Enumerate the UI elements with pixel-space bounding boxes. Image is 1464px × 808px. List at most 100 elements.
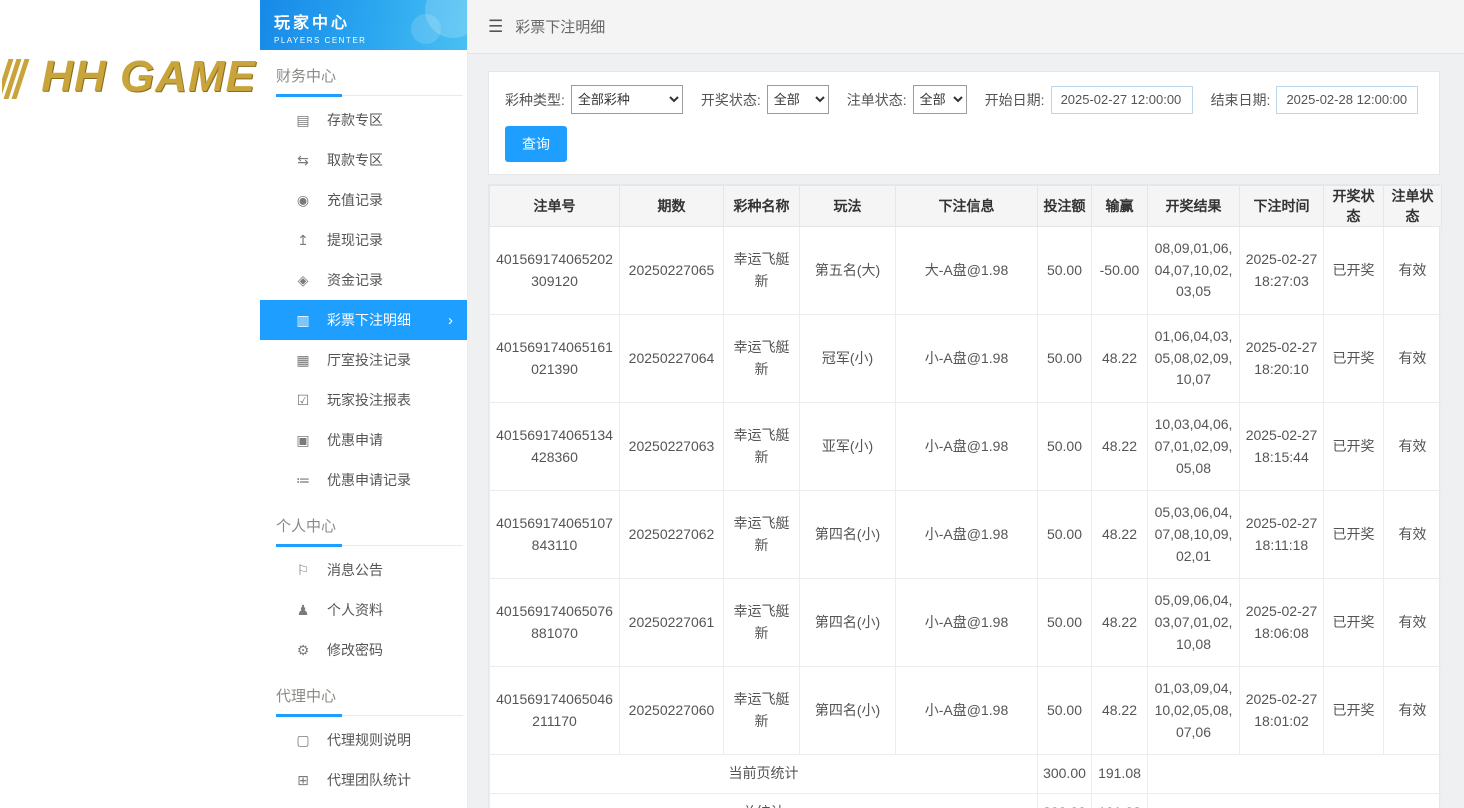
table-panel: 注单号 期数 彩种名称 玩法 下注信息 投注额 输赢 开奖结果 下注时间 开奖状… [488, 184, 1440, 808]
sidebar-item-promo-apply[interactable]: 优惠申请 [260, 420, 467, 460]
bet-status-select[interactable]: 全部 [913, 85, 967, 114]
sidebar-item-agent-rules[interactable]: 代理规则说明 [260, 720, 467, 760]
summary-win: 191.08 [1092, 794, 1148, 808]
cell-win: 48.22 [1092, 315, 1148, 403]
col-header-period: 期数 [620, 186, 724, 227]
col-header-bet-no: 注单号 [490, 186, 620, 227]
bets-table: 注单号 期数 彩种名称 玩法 下注信息 投注额 输赢 开奖结果 下注时间 开奖状… [489, 185, 1442, 808]
cell-bet-info: 小-A盘@1.98 [896, 315, 1038, 403]
sidebar-item-recharge-records[interactable]: 充值记录 [260, 180, 467, 220]
gear-icon [294, 642, 312, 659]
cell-period: 20250227065 [620, 227, 724, 315]
start-date-input[interactable] [1051, 86, 1193, 114]
table-row: 401569174065107843110 20250227062 幸运飞艇新 … [490, 491, 1442, 579]
col-header-lottery: 彩种名称 [724, 186, 800, 227]
cell-bet-status: 有效 [1384, 315, 1442, 403]
cell-amount: 50.00 [1038, 491, 1092, 579]
cell-draw-status: 已开奖 [1324, 227, 1384, 315]
table-row: 401569174065046211170 20250227060 幸运飞艇新 … [490, 667, 1442, 755]
cell-win: -50.00 [1092, 227, 1148, 315]
col-header-win: 输赢 [1092, 186, 1148, 227]
doc-icon [294, 732, 312, 749]
cell-bet-info: 小-A盘@1.98 [896, 579, 1038, 667]
cell-amount: 50.00 [1038, 667, 1092, 755]
sidebar-item-hall-bet-records[interactable]: 厅室投注记录 [260, 340, 467, 380]
cell-play: 第四名(小) [800, 667, 896, 755]
cell-period: 20250227060 [620, 667, 724, 755]
cell-bet-info: 大-A盘@1.98 [896, 227, 1038, 315]
summary-amount: 300.00 [1038, 755, 1092, 794]
cell-win: 48.22 [1092, 403, 1148, 491]
sidebar-item-label: 取款专区 [327, 150, 383, 170]
table-row: 401569174065076881070 20250227061 幸运飞艇新 … [490, 579, 1442, 667]
table-row: 401569174065134428360 20250227063 幸运飞艇新 … [490, 403, 1442, 491]
sidebar-item-agent-team-stats[interactable]: 代理团队统计 [260, 760, 467, 800]
cell-draw-status: 已开奖 [1324, 315, 1384, 403]
cell-draw-status: 已开奖 [1324, 491, 1384, 579]
cell-win: 48.22 [1092, 491, 1148, 579]
section-label-finance: 财务中心 [260, 50, 467, 86]
cell-lottery: 幸运飞艇新 [724, 667, 800, 755]
sidebar-subtitle: PLAYERS CENTER [274, 36, 467, 45]
filter-row: 彩种类型: 全部彩种 开奖状态: 全部 注单状态: 全部 开始日期: 结束日期: [505, 85, 1423, 114]
cell-play: 第四名(小) [800, 579, 896, 667]
cell-lottery: 幸运飞艇新 [724, 227, 800, 315]
sidebar-item-label: 代理团队统计 [327, 770, 411, 790]
sidebar-item-change-password[interactable]: 修改密码 [260, 630, 467, 670]
cell-play: 冠军(小) [800, 315, 896, 403]
menu-toggle-icon[interactable]: ☰ [488, 17, 503, 37]
filter-panel: 彩种类型: 全部彩种 开奖状态: 全部 注单状态: 全部 开始日期: 结束日期:… [488, 71, 1440, 175]
cell-lottery: 幸运飞艇新 [724, 403, 800, 491]
cell-bet-status: 有效 [1384, 227, 1442, 315]
col-header-draw-status: 开奖状态 [1324, 186, 1384, 227]
sidebar-header: 玩家中心 PLAYERS CENTER [260, 0, 467, 50]
lottery-type-select[interactable]: 全部彩种 [571, 85, 683, 114]
sidebar-item-label: 充值记录 [327, 190, 383, 210]
cell-draw-status: 已开奖 [1324, 403, 1384, 491]
deposit-icon [294, 112, 312, 129]
cell-bet-status: 有效 [1384, 403, 1442, 491]
sidebar-item-player-bet-report[interactable]: 玩家投注报表 [260, 380, 467, 420]
logo-icon [2, 52, 26, 102]
recharge-icon [294, 192, 312, 209]
table-header-row: 注单号 期数 彩种名称 玩法 下注信息 投注额 输赢 开奖结果 下注时间 开奖状… [490, 186, 1442, 227]
cell-bet-no: 401569174065076881070 [490, 579, 620, 667]
cell-win: 48.22 [1092, 579, 1148, 667]
sidebar-item-promo-apply-records[interactable]: 优惠申请记录 [260, 460, 467, 500]
end-date-input[interactable] [1276, 86, 1418, 114]
sidebar-item-deposit[interactable]: 存款专区 [260, 100, 467, 140]
hall-record-icon [294, 352, 312, 369]
draw-status-select[interactable]: 全部 [767, 85, 829, 114]
cell-period: 20250227063 [620, 403, 724, 491]
col-header-bet-info: 下注信息 [896, 186, 1038, 227]
cell-bet-status: 有效 [1384, 667, 1442, 755]
summary-win: 191.08 [1092, 755, 1148, 794]
chevron-right-icon: › [448, 312, 453, 329]
cell-bet-status: 有效 [1384, 579, 1442, 667]
lottery-detail-icon [294, 312, 312, 329]
cell-draw-status: 已开奖 [1324, 667, 1384, 755]
cell-time: 2025-02-27 18:20:10 [1240, 315, 1324, 403]
cell-play: 第五名(大) [800, 227, 896, 315]
cell-bet-status: 有效 [1384, 491, 1442, 579]
cell-amount: 50.00 [1038, 403, 1092, 491]
topbar: ☰ 彩票下注明细 [468, 0, 1464, 54]
sidebar-item-label: 厅室投注记录 [327, 350, 411, 370]
section-underline [276, 545, 463, 546]
search-button[interactable]: 查询 [505, 126, 567, 162]
cell-play: 亚军(小) [800, 403, 896, 491]
sidebar-item-label: 玩家投注报表 [327, 390, 411, 410]
sidebar-item-profile[interactable]: 个人资料 [260, 590, 467, 630]
sidebar-item-lottery-bet-details[interactable]: 彩票下注明细 › [260, 300, 467, 340]
sidebar-item-cashout-records[interactable]: 提现记录 [260, 220, 467, 260]
summary-label: 当前页统计 [490, 755, 1038, 794]
withdraw-icon [294, 152, 312, 169]
cell-amount: 50.00 [1038, 315, 1092, 403]
cell-result: 05,03,06,04,07,08,10,09,02,01 [1148, 491, 1240, 579]
sidebar-item-withdraw[interactable]: 取款专区 [260, 140, 467, 180]
sidebar-item-funds-records[interactable]: 资金记录 [260, 260, 467, 300]
sidebar-item-announcements[interactable]: 消息公告 [260, 550, 467, 590]
cell-bet-info: 小-A盘@1.98 [896, 667, 1038, 755]
cell-bet-no: 401569174065046211170 [490, 667, 620, 755]
sidebar-item-label: 彩票下注明细 [327, 310, 411, 330]
